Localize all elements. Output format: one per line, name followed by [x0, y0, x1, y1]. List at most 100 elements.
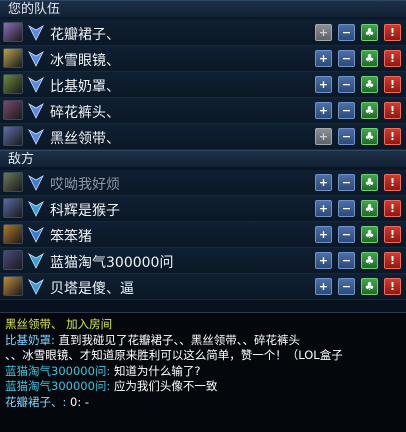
enemy-player-row: 笨笨猪 + − ♣!	[0, 222, 406, 248]
chat-message: 蓝猫淘气300000问: 知道为什么输了?	[5, 364, 401, 380]
honor-button[interactable]: ♣	[361, 102, 378, 119]
mute-button[interactable]: −	[338, 24, 355, 41]
chat-text: 加入房间	[66, 317, 113, 331]
mute-button[interactable]: −	[338, 226, 355, 243]
report-button[interactable]: !	[384, 174, 401, 191]
team-player-row: 黑丝领带、 + − ♣!	[0, 124, 406, 150]
report-button[interactable]: !	[384, 226, 401, 243]
rank-badge-icon	[28, 102, 44, 120]
chat-message: 、、冰雪眼镜、才知道原来胜利可以这么简单，赞一个！（LOL盒子	[5, 348, 401, 364]
champion-portrait-icon	[3, 250, 23, 270]
honor-button[interactable]: ♣	[361, 200, 378, 217]
chat-text: 、、冰雪眼镜、才知道原来胜利可以这么简单，赞一个！（LOL盒子	[5, 348, 343, 362]
scoreboard-panel: 您的队伍 花瓣裙子、 + − ♣! 冰雪眼镜、 + − ♣! 比基奶罩、 + − ♣! 碎花裤头、 + − ♣…	[0, 0, 406, 313]
champion-portrait-icon	[3, 198, 23, 218]
honor-button[interactable]: ♣	[361, 174, 378, 191]
rank-badge-icon	[28, 174, 44, 192]
mute-button[interactable]: −	[338, 50, 355, 67]
chat-message: 黑丝领带、 加入房间	[5, 317, 401, 333]
chat-message: 蓝猫淘气300000问: 应为我们头像不一致	[5, 379, 401, 395]
player-name[interactable]: 科辉是猴子	[50, 200, 120, 220]
team-header: 您的队伍	[0, 0, 406, 18]
honor-button[interactable]: ♣	[361, 226, 378, 243]
champion-portrait-icon	[3, 100, 23, 120]
player-name[interactable]: 花瓣裙子、	[50, 24, 120, 44]
rank-badge-icon	[28, 76, 44, 94]
report-button[interactable]: !	[384, 278, 401, 295]
add-friend-button[interactable]: +	[315, 174, 332, 191]
honor-button[interactable]: ♣	[361, 278, 378, 295]
mute-button[interactable]: −	[338, 128, 355, 145]
champion-portrait-icon	[3, 74, 23, 94]
honor-button[interactable]: ♣	[361, 252, 378, 269]
chat-sender: 比基奶罩:	[5, 332, 59, 347]
chat-message: 花瓣裙子、: 0: -	[5, 395, 401, 411]
mute-button[interactable]: −	[338, 76, 355, 93]
player-name[interactable]: 比基奶罩、	[50, 76, 120, 96]
team-player-row: 冰雪眼镜、 + − ♣!	[0, 46, 406, 72]
chat-text: 直到我碰见了花瓣裙子、、黑丝领带、、碎花裤头	[58, 332, 301, 347]
report-button[interactable]: !	[384, 50, 401, 67]
chat-text: 应为我们头像不一致	[113, 379, 218, 393]
enemy-player-row: 贝塔是傻、逼 + − ♣!	[0, 274, 406, 300]
enemy-player-row: 哎呦我好烦 + − ♣!	[0, 170, 406, 196]
chat-message: 比基奶罩: 直到我碰见了花瓣裙子、、黑丝领带、、碎花裤头	[5, 333, 401, 349]
chat-sender: 蓝猫淘气300000问:	[5, 379, 114, 393]
report-button[interactable]: !	[384, 252, 401, 269]
add-friend-button[interactable]: +	[315, 50, 332, 67]
honor-button[interactable]: ♣	[361, 24, 378, 41]
mute-button[interactable]: −	[338, 200, 355, 217]
player-name[interactable]: 笨笨猪	[50, 226, 92, 246]
player-name[interactable]: 碎花裤头、	[50, 102, 120, 122]
add-friend-button[interactable]: +	[315, 128, 332, 145]
honor-button[interactable]: ♣	[361, 50, 378, 67]
team-player-row: 比基奶罩、 + − ♣!	[0, 72, 406, 98]
champion-portrait-icon	[3, 224, 23, 244]
champion-portrait-icon	[3, 172, 23, 192]
rank-badge-icon	[28, 226, 44, 244]
player-name[interactable]: 蓝猫淘气300000问	[50, 252, 173, 272]
mute-button[interactable]: −	[338, 278, 355, 295]
enemy-player-row: 蓝猫淘气300000问 + − ♣!	[0, 248, 406, 274]
mute-button[interactable]: −	[338, 102, 355, 119]
champion-portrait-icon	[3, 126, 23, 146]
chat-sender: 花瓣裙子、:	[5, 394, 71, 409]
champion-portrait-icon	[3, 22, 23, 42]
honor-button[interactable]: ♣	[361, 76, 378, 93]
enemy-header: 敌方	[0, 150, 406, 168]
add-friend-button[interactable]: +	[315, 252, 332, 269]
rank-badge-icon	[28, 278, 44, 296]
player-name[interactable]: 贝塔是傻、逼	[50, 278, 134, 298]
mute-button[interactable]: −	[338, 174, 355, 191]
report-button[interactable]: !	[384, 102, 401, 119]
rank-badge-icon	[28, 252, 44, 270]
rank-badge-icon	[28, 200, 44, 218]
add-friend-button[interactable]: +	[315, 102, 332, 119]
report-button[interactable]: !	[384, 24, 401, 41]
player-name[interactable]: 黑丝领带、	[50, 128, 120, 148]
champion-portrait-icon	[3, 48, 23, 68]
champion-portrait-icon	[3, 276, 23, 296]
enemy-player-row: 科辉是猴子 + − ♣!	[0, 196, 406, 222]
add-friend-button[interactable]: +	[315, 226, 332, 243]
rank-badge-icon	[28, 24, 44, 42]
add-friend-button[interactable]: +	[315, 24, 332, 41]
chat-sender: 黑丝领带、	[5, 317, 67, 331]
honor-button[interactable]: ♣	[361, 128, 378, 145]
add-friend-button[interactable]: +	[315, 278, 332, 295]
chat-text: 知道为什么输了?	[113, 363, 201, 378]
chat-sender: 蓝猫淘气300000问:	[5, 363, 114, 378]
player-name[interactable]: 哎呦我好烦	[50, 174, 120, 194]
chat-log: 黑丝领带、 加入房间 比基奶罩: 直到我碰见了花瓣裙子、、黑丝领带、、碎花裤头、、…	[0, 313, 406, 432]
report-button[interactable]: !	[384, 200, 401, 217]
add-friend-button[interactable]: +	[315, 76, 332, 93]
chat-text: 0: -	[70, 394, 90, 409]
team-player-row: 碎花裤头、 + − ♣!	[0, 98, 406, 124]
report-button[interactable]: !	[384, 76, 401, 93]
report-button[interactable]: !	[384, 128, 401, 145]
mute-button[interactable]: −	[338, 252, 355, 269]
player-name[interactable]: 冰雪眼镜、	[50, 50, 120, 70]
add-friend-button[interactable]: +	[315, 200, 332, 217]
team-player-row: 花瓣裙子、 + − ♣!	[0, 20, 406, 46]
rank-badge-icon	[28, 50, 44, 68]
